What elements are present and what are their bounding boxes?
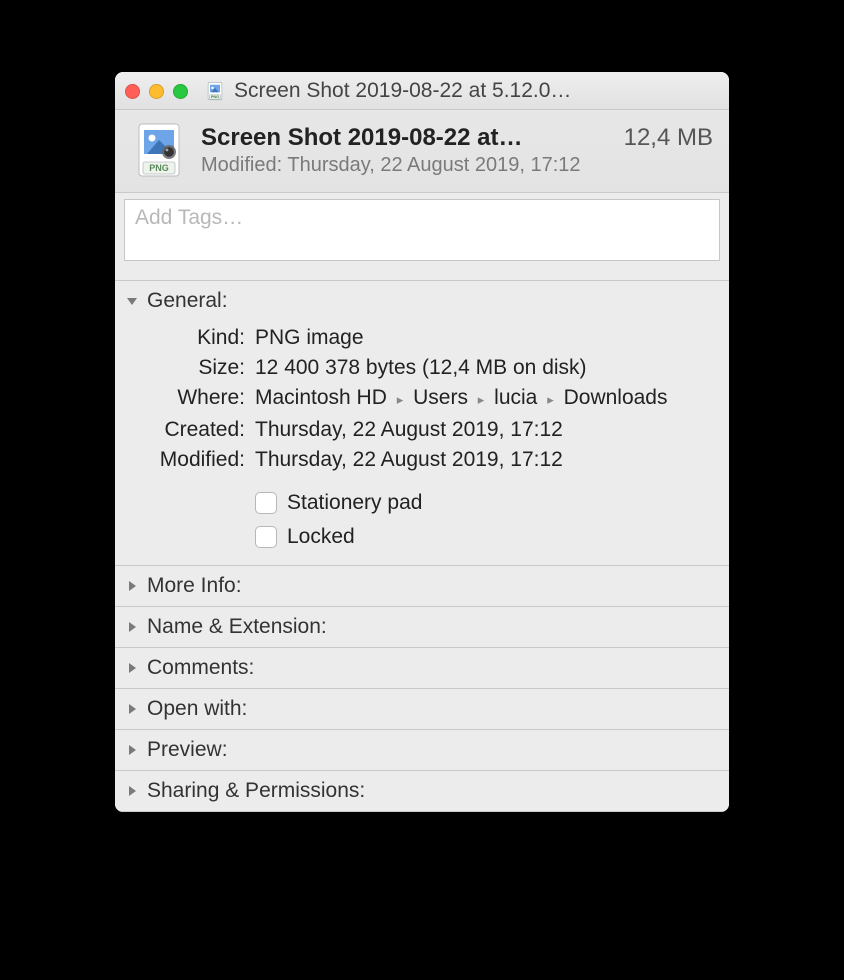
locked-row: Locked (255, 525, 709, 549)
row-kind: Kind: PNG image (135, 323, 709, 353)
disclosure-right-icon (125, 620, 139, 634)
header: PNG Screen Shot 2019-08-22 at… 12,4 MB M… (115, 110, 729, 193)
where-label: Where: (135, 383, 245, 415)
disclosure-right-icon (125, 702, 139, 716)
section-title: More Info: (147, 574, 242, 598)
zoom-icon[interactable] (173, 84, 188, 99)
section-more-info: More Info: (115, 565, 729, 606)
disclosure-right-icon (125, 661, 139, 675)
minimize-icon[interactable] (149, 84, 164, 99)
file-size: 12,4 MB (624, 124, 713, 152)
path-segment: lucia (494, 386, 537, 409)
size-label: Size: (135, 353, 245, 383)
row-where: Where: Macintosh HD ▸ Users ▸ lucia ▸ Do… (135, 383, 709, 415)
close-icon[interactable] (125, 84, 140, 99)
kind-label: Kind: (135, 323, 245, 353)
general-body: Kind: PNG image Size: 12 400 378 bytes (… (115, 321, 729, 565)
modified-label: Modified: (135, 445, 245, 475)
section-title: Comments: (147, 656, 254, 680)
section-header-name-ext[interactable]: Name & Extension: (115, 607, 729, 647)
kind-value: PNG image (255, 323, 709, 353)
titlebar[interactable]: PNG Screen Shot 2019-08-22 at 5.12.0… (115, 72, 729, 110)
file-name: Screen Shot 2019-08-22 at… (201, 124, 606, 152)
path-separator-icon: ▸ (474, 392, 489, 407)
section-open-with: Open with: (115, 688, 729, 729)
section-header-open-with[interactable]: Open with: (115, 689, 729, 729)
where-value: Macintosh HD ▸ Users ▸ lucia ▸ Downloads (255, 383, 709, 415)
locked-label: Locked (287, 525, 355, 549)
modified-value: Thursday, 22 August 2019, 17:12 (255, 445, 709, 475)
section-name-ext: Name & Extension: (115, 606, 729, 647)
disclosure-right-icon (125, 579, 139, 593)
disclosure-down-icon (125, 294, 139, 308)
section-title: General: (147, 289, 228, 313)
row-size: Size: 12 400 378 bytes (12,4 MB on disk) (135, 353, 709, 383)
traffic-lights (125, 84, 188, 99)
path-separator-icon: ▸ (543, 392, 558, 407)
locked-checkbox[interactable] (255, 526, 277, 548)
svg-text:PNG: PNG (211, 95, 219, 99)
modified-value: Thursday, 22 August 2019, 17:12 (287, 154, 580, 176)
path-separator-icon: ▸ (393, 392, 408, 407)
stationery-checkbox[interactable] (255, 492, 277, 514)
png-file-icon: PNG (205, 81, 225, 101)
section-title: Sharing & Permissions: (147, 779, 365, 803)
png-file-icon: PNG (131, 122, 187, 178)
modified-line: Modified: Thursday, 22 August 2019, 17:1… (201, 154, 713, 177)
stationery-label: Stationery pad (287, 491, 422, 515)
created-value: Thursday, 22 August 2019, 17:12 (255, 415, 709, 445)
section-header-preview[interactable]: Preview: (115, 730, 729, 770)
row-created: Created: Thursday, 22 August 2019, 17:12 (135, 415, 709, 445)
section-header-sharing[interactable]: Sharing & Permissions: (115, 771, 729, 811)
info-window: PNG Screen Shot 2019-08-22 at 5.12.0… PN… (115, 72, 729, 812)
row-modified: Modified: Thursday, 22 August 2019, 17:1… (135, 445, 709, 475)
created-label: Created: (135, 415, 245, 445)
section-preview: Preview: (115, 729, 729, 770)
section-title: Name & Extension: (147, 615, 327, 639)
svg-text:PNG: PNG (149, 163, 169, 173)
section-general: General: Kind: PNG image Size: 12 400 37… (115, 280, 729, 565)
section-title: Preview: (147, 738, 228, 762)
tags-input[interactable] (124, 199, 720, 261)
size-value: 12 400 378 bytes (12,4 MB on disk) (255, 353, 709, 383)
stationery-row: Stationery pad (255, 491, 709, 515)
section-comments: Comments: (115, 647, 729, 688)
section-header-more-info[interactable]: More Info: (115, 566, 729, 606)
section-title: Open with: (147, 697, 247, 721)
section-sharing: Sharing & Permissions: (115, 770, 729, 812)
section-header-general[interactable]: General: (115, 281, 729, 321)
path-segment: Downloads (564, 386, 668, 409)
disclosure-right-icon (125, 784, 139, 798)
tags-area (115, 193, 729, 280)
disclosure-right-icon (125, 743, 139, 757)
path-segment: Users (413, 386, 468, 409)
modified-label: Modified: (201, 154, 282, 176)
section-header-comments[interactable]: Comments: (115, 648, 729, 688)
window-title: Screen Shot 2019-08-22 at 5.12.0… (234, 79, 719, 103)
path-segment: Macintosh HD (255, 386, 387, 409)
